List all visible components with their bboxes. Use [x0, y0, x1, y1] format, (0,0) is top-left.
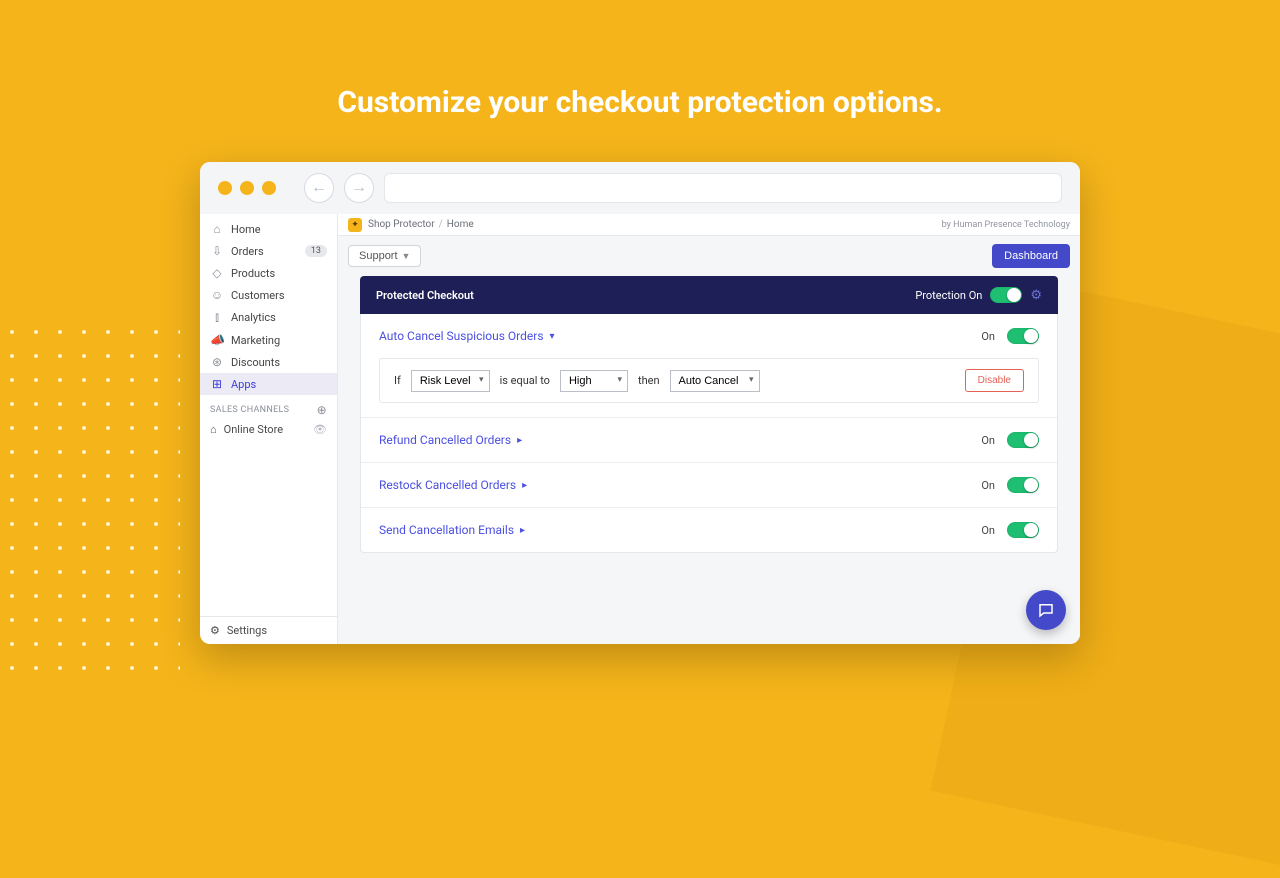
rule-title[interactable]: Auto Cancel Suspicious Orders — [379, 329, 544, 343]
protection-label: Protection On — [915, 289, 982, 302]
chevron-down-icon[interactable]: ▾ — [550, 331, 555, 342]
sidebar-item-label: Customers — [231, 289, 327, 302]
sidebar-item-label: Apps — [231, 378, 327, 391]
browser-chrome: ← → — [200, 162, 1080, 214]
sidebar-item-discounts[interactable]: ⊛ Discounts — [200, 351, 337, 373]
rule-state: On — [981, 524, 995, 537]
store-icon: ⌂ — [210, 423, 217, 436]
sidebar-item-marketing[interactable]: 📣 Marketing — [200, 329, 337, 351]
nav-forward-button[interactable]: → — [344, 173, 374, 203]
protected-checkout-header: Protected Checkout Protection On ⚙ — [360, 276, 1058, 314]
if-label: If — [394, 374, 401, 387]
then-label: then — [638, 374, 660, 387]
sales-channels-header: SALES CHANNELS ⊕ — [200, 395, 337, 419]
rule-toggle[interactable] — [1007, 432, 1039, 448]
action-select[interactable]: Auto Cancel — [670, 370, 760, 392]
rule-state: On — [981, 330, 995, 343]
support-label: Support — [359, 250, 398, 262]
rule-refund-cancelled: Refund Cancelled Orders ▸ On — [361, 418, 1057, 463]
sidebar-item-customers[interactable]: ☺ Customers — [200, 284, 337, 306]
app-toolbar: Support ▼ Dashboard — [338, 236, 1080, 276]
sidebar-item-apps[interactable]: ⊞ Apps — [200, 373, 337, 395]
sidebar-item-label: Marketing — [231, 334, 327, 347]
operator-label: is equal to — [500, 374, 550, 387]
rule-toggle[interactable] — [1007, 477, 1039, 493]
sidebar: ⌂ Home ⇩ Orders 13 ◇ Products ☺ Customer… — [200, 214, 338, 644]
analytics-icon: ⫾ — [210, 310, 224, 325]
sidebar-item-label: Analytics — [231, 311, 327, 324]
chevron-right-icon[interactable]: ▸ — [517, 435, 522, 446]
traffic-dot — [262, 181, 276, 195]
rule-restock-cancelled: Restock Cancelled Orders ▸ On — [361, 463, 1057, 508]
rules-list: Auto Cancel Suspicious Orders ▾ On If Ri… — [360, 314, 1058, 553]
rule-toggle[interactable] — [1007, 328, 1039, 344]
sidebar-item-label: Products — [231, 267, 327, 280]
rule-state: On — [981, 434, 995, 447]
apps-icon: ⊞ — [210, 377, 224, 391]
rule-send-cancellation-emails: Send Cancellation Emails ▸ On — [361, 508, 1057, 552]
url-bar[interactable] — [384, 173, 1062, 203]
hero-title: Customize your checkout protection optio… — [0, 85, 1280, 120]
sidebar-item-analytics[interactable]: ⫾ Analytics — [200, 306, 337, 329]
decorative-dots — [0, 320, 180, 670]
rule-title[interactable]: Restock Cancelled Orders — [379, 478, 516, 492]
rule-condition-row: If Risk Level is equal to High then Auto… — [379, 358, 1039, 403]
sidebar-item-orders[interactable]: ⇩ Orders 13 — [200, 240, 337, 262]
traffic-dot — [218, 181, 232, 195]
traffic-lights — [218, 181, 276, 195]
sidebar-item-label: Orders — [231, 245, 298, 258]
nav-back-button[interactable]: ← — [304, 173, 334, 203]
home-icon: ⌂ — [210, 222, 224, 236]
chevron-right-icon[interactable]: ▸ — [522, 480, 527, 491]
rule-auto-cancel: Auto Cancel Suspicious Orders ▾ On If Ri… — [361, 314, 1057, 418]
gear-icon: ⚙ — [210, 624, 220, 637]
traffic-dot — [240, 181, 254, 195]
field-select[interactable]: Risk Level — [411, 370, 490, 392]
customers-icon: ☺ — [210, 288, 224, 302]
rule-title[interactable]: Send Cancellation Emails — [379, 523, 514, 537]
browser-window: ← → ⌂ Home ⇩ Orders 13 ◇ Products — [200, 162, 1080, 644]
value-select[interactable]: High — [560, 370, 628, 392]
channel-label: Online Store — [224, 423, 306, 436]
gear-icon[interactable]: ⚙ — [1030, 288, 1042, 303]
discounts-icon: ⊛ — [210, 355, 224, 369]
marketing-icon: 📣 — [210, 333, 224, 347]
breadcrumb-separator: / — [439, 219, 443, 230]
protection-toggle[interactable] — [990, 287, 1022, 303]
shop-protector-icon: ✦ — [348, 218, 362, 232]
app-byline: by Human Presence Technology — [942, 220, 1070, 230]
rule-state: On — [981, 479, 995, 492]
view-store-icon[interactable]: 👁 — [313, 423, 327, 436]
rule-toggle[interactable] — [1007, 522, 1039, 538]
breadcrumb-app: Shop Protector — [368, 219, 435, 230]
orders-icon: ⇩ — [210, 244, 224, 258]
breadcrumb-current: Home — [447, 219, 474, 230]
products-icon: ◇ — [210, 266, 224, 280]
dashboard-button[interactable]: Dashboard — [992, 244, 1070, 268]
rule-title[interactable]: Refund Cancelled Orders — [379, 433, 511, 447]
sidebar-item-label: Discounts — [231, 356, 327, 369]
help-fab[interactable] — [1026, 590, 1066, 630]
add-channel-icon[interactable]: ⊕ — [317, 403, 327, 417]
support-button[interactable]: Support ▼ — [348, 245, 421, 267]
sidebar-settings[interactable]: ⚙ Settings — [200, 616, 337, 644]
channel-online-store[interactable]: ⌂ Online Store 👁 — [200, 419, 337, 440]
app-topbar: ✦ Shop Protector / Home by Human Presenc… — [338, 214, 1080, 236]
settings-label: Settings — [227, 624, 267, 637]
disable-rule-button[interactable]: Disable — [965, 369, 1024, 392]
sidebar-item-label: Home — [231, 223, 327, 236]
panel-title: Protected Checkout — [376, 289, 474, 302]
sidebar-item-products[interactable]: ◇ Products — [200, 262, 337, 284]
orders-badge: 13 — [305, 245, 327, 257]
sidebar-item-home[interactable]: ⌂ Home — [200, 218, 337, 240]
chevron-down-icon: ▼ — [402, 251, 411, 261]
sales-channels-label: SALES CHANNELS — [210, 405, 289, 415]
main-panel: ✦ Shop Protector / Home by Human Presenc… — [338, 214, 1080, 644]
chevron-right-icon[interactable]: ▸ — [520, 525, 525, 536]
chat-icon — [1037, 601, 1055, 619]
